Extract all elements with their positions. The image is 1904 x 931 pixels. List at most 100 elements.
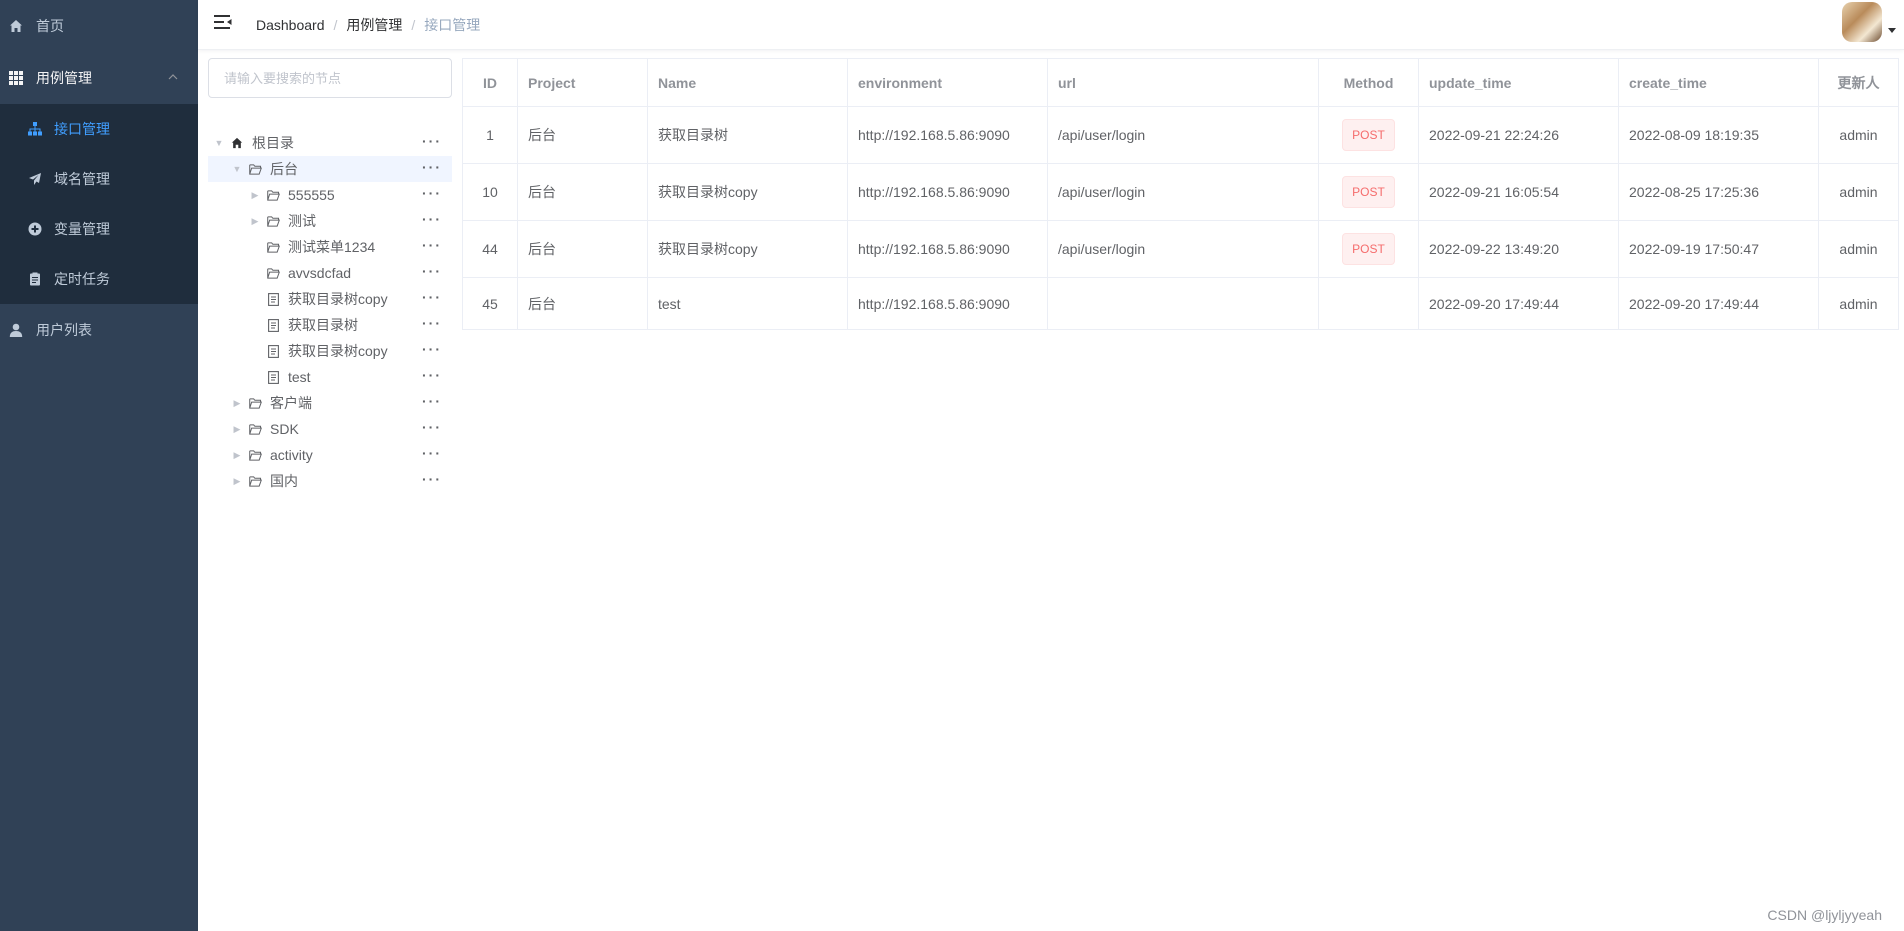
caret-right-icon[interactable]: ▶ <box>232 398 242 409</box>
tree-node-label: 客户端 <box>270 395 312 411</box>
tree-node[interactable]: avvsdcfad ··· <box>208 260 452 286</box>
cell-create-time: 2022-08-09 18:19:35 <box>1618 106 1819 164</box>
tree-node-label: 555555 <box>288 187 335 203</box>
tree-node[interactable]: 获取目录树copy ··· <box>208 286 452 312</box>
sidebar-item-label: 域名管理 <box>54 171 110 187</box>
tree-node[interactable]: 获取目录树copy ··· <box>208 338 452 364</box>
cell-project: 后台 <box>517 106 648 164</box>
cell-environment: http://192.168.5.86:9090 <box>847 163 1048 221</box>
breadcrumb-dashboard[interactable]: Dashboard <box>256 17 325 33</box>
breadcrumb-separator: / <box>411 17 416 33</box>
directory-tree: ▼ 根目录 ··· ▼ 后台 ··· ▶ 555555 ··· ▶ 测试 ··· 测试菜单1234 ···… <box>208 130 452 494</box>
more-icon[interactable]: ··· <box>422 211 442 227</box>
submenu: 接口管理 域名管理 变量管理 定时任务 <box>0 104 198 304</box>
sidebar-item-home[interactable]: 首页 <box>0 0 198 52</box>
cell-updater: admin <box>1818 163 1899 221</box>
cell-method <box>1318 277 1419 330</box>
breadcrumb: Dashboard / 用例管理 / 接口管理 <box>256 15 480 35</box>
table-row[interactable]: 45 后台 test http://192.168.5.86:9090 2022-09-… <box>462 277 1899 330</box>
document-icon <box>266 318 280 332</box>
tree-node[interactable]: 获取目录树 ··· <box>208 312 452 338</box>
caret-right-icon[interactable]: ▶ <box>250 216 260 227</box>
column-header-project: Project <box>517 58 648 107</box>
more-icon[interactable]: ··· <box>422 445 442 461</box>
sidebar-item-variable-management[interactable]: 变量管理 <box>0 204 198 254</box>
more-icon[interactable]: ··· <box>422 419 442 435</box>
caret-down-icon[interactable] <box>1888 28 1896 33</box>
caret-right-icon[interactable]: ▶ <box>250 190 260 201</box>
column-header-create-time: create_time <box>1618 58 1819 107</box>
tree-node-label: 后台 <box>270 161 298 177</box>
tree-node[interactable]: test ··· <box>208 364 452 390</box>
tree-panel: ▼ 根目录 ··· ▼ 后台 ··· ▶ 555555 ··· ▶ 测试 ··· 测试菜单1234 ···… <box>208 58 452 489</box>
grid-icon <box>8 70 24 86</box>
more-icon[interactable]: ··· <box>422 185 442 201</box>
breadcrumb-separator: / <box>333 17 338 33</box>
avatar[interactable] <box>1842 2 1882 42</box>
hamburger-icon[interactable] <box>214 14 232 32</box>
sidebar-item-label: 首页 <box>36 18 64 34</box>
tree-node[interactable]: ▼ 根目录 ··· <box>208 130 452 156</box>
tree-node[interactable]: ▶ 测试 ··· <box>208 208 452 234</box>
folder-icon <box>266 214 280 228</box>
table-row[interactable]: 1 后台 获取目录树 http://192.168.5.86:9090/api/use… <box>462 106 1899 164</box>
sidebar-item-user-list[interactable]: 用户列表 <box>0 304 198 356</box>
tree-node-label: 根目录 <box>252 135 294 151</box>
cell-updater: admin <box>1818 106 1899 164</box>
tree-node[interactable]: ▶ SDK ··· <box>208 416 452 442</box>
caret-right-icon[interactable]: ▶ <box>232 476 242 487</box>
more-icon[interactable]: ··· <box>422 393 442 409</box>
cell-update-time: 2022-09-21 22:24:26 <box>1418 106 1619 164</box>
more-icon[interactable]: ··· <box>422 315 442 331</box>
cell-id: 44 <box>462 220 518 278</box>
table-row[interactable]: 10 后台 获取目录树copy http://192.168.5.86:9090/ap… <box>462 163 1899 221</box>
more-icon[interactable]: ··· <box>422 133 442 149</box>
tree-node[interactable]: ▶ 555555 ··· <box>208 182 452 208</box>
navbar: Dashboard / 用例管理 / 接口管理 <box>198 0 1904 50</box>
cell-name: 获取目录树copy <box>647 220 848 278</box>
tree-node[interactable]: 测试菜单1234 ··· <box>208 234 452 260</box>
folder-icon <box>266 240 280 254</box>
cell-create-time: 2022-08-25 17:25:36 <box>1618 163 1819 221</box>
sidebar-item-label: 定时任务 <box>54 271 110 287</box>
document-icon <box>266 370 280 384</box>
cell-update-time: 2022-09-21 16:05:54 <box>1418 163 1619 221</box>
tree-node[interactable]: ▶ 客户端 ··· <box>208 390 452 416</box>
caret-down-icon[interactable]: ▼ <box>232 164 242 174</box>
sidebar: 首页 用例管理 接口管理 域名管理 变量管理 定时任务 用户列表 <box>0 0 198 931</box>
plus-circle-icon <box>28 222 42 236</box>
home-icon <box>230 136 244 150</box>
more-icon[interactable]: ··· <box>422 159 442 175</box>
sidebar-item-domain-management[interactable]: 域名管理 <box>0 154 198 204</box>
sidebar-item-api-management[interactable]: 接口管理 <box>0 104 198 154</box>
cell-update-time: 2022-09-20 17:49:44 <box>1418 277 1619 330</box>
cell-updater: admin <box>1818 220 1899 278</box>
more-icon[interactable]: ··· <box>422 367 442 383</box>
caret-down-icon[interactable]: ▼ <box>214 138 224 148</box>
tree-search-input[interactable] <box>208 58 452 98</box>
table-row[interactable]: 44 后台 获取目录树copy http://192.168.5.86:9090/ap… <box>462 220 1899 278</box>
folder-icon <box>248 396 262 410</box>
cell-project: 后台 <box>517 163 648 221</box>
tree-node[interactable]: ▶ 国内 ··· <box>208 468 452 494</box>
caret-right-icon[interactable]: ▶ <box>232 424 242 435</box>
more-icon[interactable]: ··· <box>422 237 442 253</box>
more-icon[interactable]: ··· <box>422 263 442 279</box>
tree-node-label: test <box>288 369 311 385</box>
more-icon[interactable]: ··· <box>422 341 442 357</box>
cell-url <box>1047 277 1319 330</box>
tree-node[interactable]: ▼ 后台 ··· <box>208 156 452 182</box>
sidebar-item-scheduled-tasks[interactable]: 定时任务 <box>0 254 198 304</box>
cell-url: /api/user/login <box>1047 220 1319 278</box>
sidebar-item-case-management[interactable]: 用例管理 <box>0 52 198 104</box>
more-icon[interactable]: ··· <box>422 471 442 487</box>
more-icon[interactable]: ··· <box>422 289 442 305</box>
sidebar-item-label: 用例管理 <box>36 70 92 86</box>
breadcrumb-case-management[interactable]: 用例管理 <box>346 15 402 35</box>
cell-url: /api/user/login <box>1047 163 1319 221</box>
tree-node-label: 国内 <box>270 473 298 489</box>
tree-node[interactable]: ▶ activity ··· <box>208 442 452 468</box>
caret-right-icon[interactable]: ▶ <box>232 450 242 461</box>
column-header-id: ID <box>462 58 518 107</box>
document-icon <box>266 344 280 358</box>
